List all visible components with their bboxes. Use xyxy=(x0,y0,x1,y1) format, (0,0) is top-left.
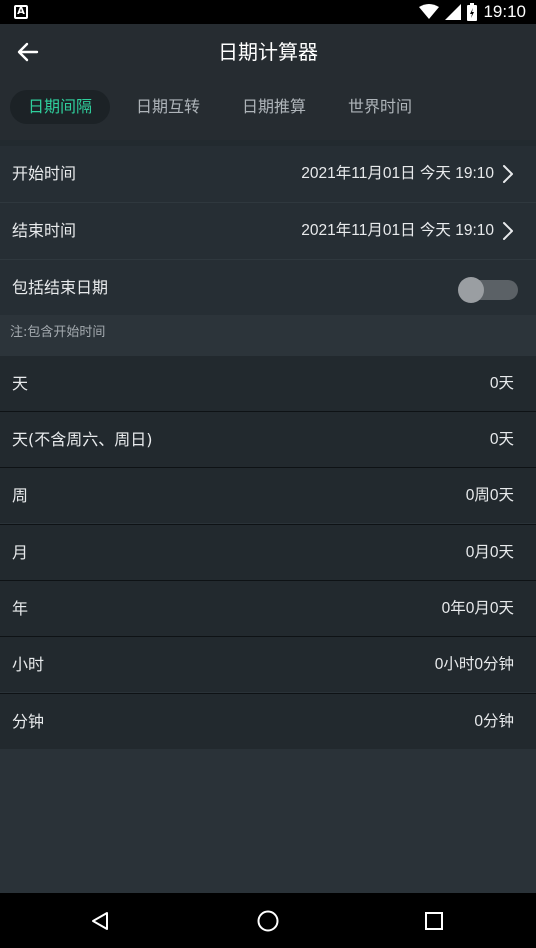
result-label: 年 xyxy=(12,599,29,618)
nav-home-button[interactable] xyxy=(248,901,288,941)
result-row-minutes: 分钟 0分钟 xyxy=(0,694,536,749)
result-value: 0天 xyxy=(489,431,514,448)
result-value: 0小时0分钟 xyxy=(434,656,514,673)
chevron-right-icon xyxy=(503,165,513,183)
result-value: 0年0月0天 xyxy=(441,600,514,617)
nav-recents-button[interactable] xyxy=(414,901,454,941)
note-text: 注:包含开始时间 xyxy=(10,325,106,340)
status-icons: 19:10 xyxy=(419,0,526,24)
cell-signal-icon xyxy=(445,4,462,20)
result-row-workdays: 天(不含周六、周日) 0天 xyxy=(0,412,536,467)
circle-home-icon xyxy=(257,910,279,932)
result-label: 天 xyxy=(12,374,29,393)
navigation-bar xyxy=(0,893,536,948)
tab-date-convert[interactable]: 日期互转 xyxy=(118,90,218,124)
status-time: 19:10 xyxy=(483,2,526,21)
end-time-row[interactable]: 结束时间 2021年11月01日 今天 19:10 xyxy=(0,203,536,259)
battery-icon xyxy=(467,3,478,21)
result-label: 月 xyxy=(12,543,29,562)
result-value: 0分钟 xyxy=(474,713,514,730)
tab-date-interval[interactable]: 日期间隔 xyxy=(10,90,110,124)
wifi-icon xyxy=(419,4,440,19)
page-title: 日期计算器 xyxy=(218,40,318,64)
result-row-days: 天 0天 xyxy=(0,356,536,411)
result-row-years: 年 0年0月0天 xyxy=(0,581,536,636)
status-bar: A 19:10 xyxy=(0,0,536,24)
tab-world-time[interactable]: 世界时间 xyxy=(330,90,430,124)
a-notification-icon: A xyxy=(14,5,28,19)
chevron-right-icon xyxy=(503,222,513,240)
tab-bar: 日期间隔 日期互转 日期推算 世界时间 xyxy=(0,80,536,140)
result-label: 周 xyxy=(12,486,29,505)
screen: A 19:10 日期计算器 日期间隔 日期互转 日期推算 世界时间 开始时间 2… xyxy=(0,0,536,948)
triangle-back-icon xyxy=(92,912,108,930)
toolbar: 日期计算器 xyxy=(0,24,536,80)
start-time-row[interactable]: 开始时间 2021年11月01日 今天 19:10 xyxy=(0,146,536,202)
include-end-date-toggle[interactable] xyxy=(458,277,518,303)
result-label: 小时 xyxy=(12,655,45,674)
end-time-value: 2021年11月01日 今天 19:10 xyxy=(301,222,494,239)
result-row-weeks: 周 0周0天 xyxy=(0,468,536,523)
start-time-label: 开始时间 xyxy=(12,164,77,183)
result-value: 0周0天 xyxy=(465,487,514,504)
square-recents-icon xyxy=(425,912,443,930)
result-label: 天(不含周六、周日) xyxy=(12,430,153,449)
tab-date-projection[interactable]: 日期推算 xyxy=(224,90,324,124)
include-end-date-row: 包括结束日期 xyxy=(0,260,536,315)
start-time-value: 2021年11月01日 今天 19:10 xyxy=(301,165,494,182)
end-time-label: 结束时间 xyxy=(12,221,77,240)
result-value: 0月0天 xyxy=(465,544,514,561)
toggle-thumb xyxy=(458,277,484,303)
result-value: 0天 xyxy=(489,375,514,392)
include-end-date-label: 包括结束日期 xyxy=(12,278,109,297)
back-arrow-icon xyxy=(17,42,39,62)
nav-back-button[interactable] xyxy=(80,901,120,941)
result-row-hours: 小时 0小时0分钟 xyxy=(0,637,536,692)
result-row-months: 月 0月0天 xyxy=(0,525,536,580)
back-button[interactable] xyxy=(10,34,46,70)
note-bar: 注:包含开始时间 xyxy=(0,315,536,356)
result-label: 分钟 xyxy=(12,712,45,731)
